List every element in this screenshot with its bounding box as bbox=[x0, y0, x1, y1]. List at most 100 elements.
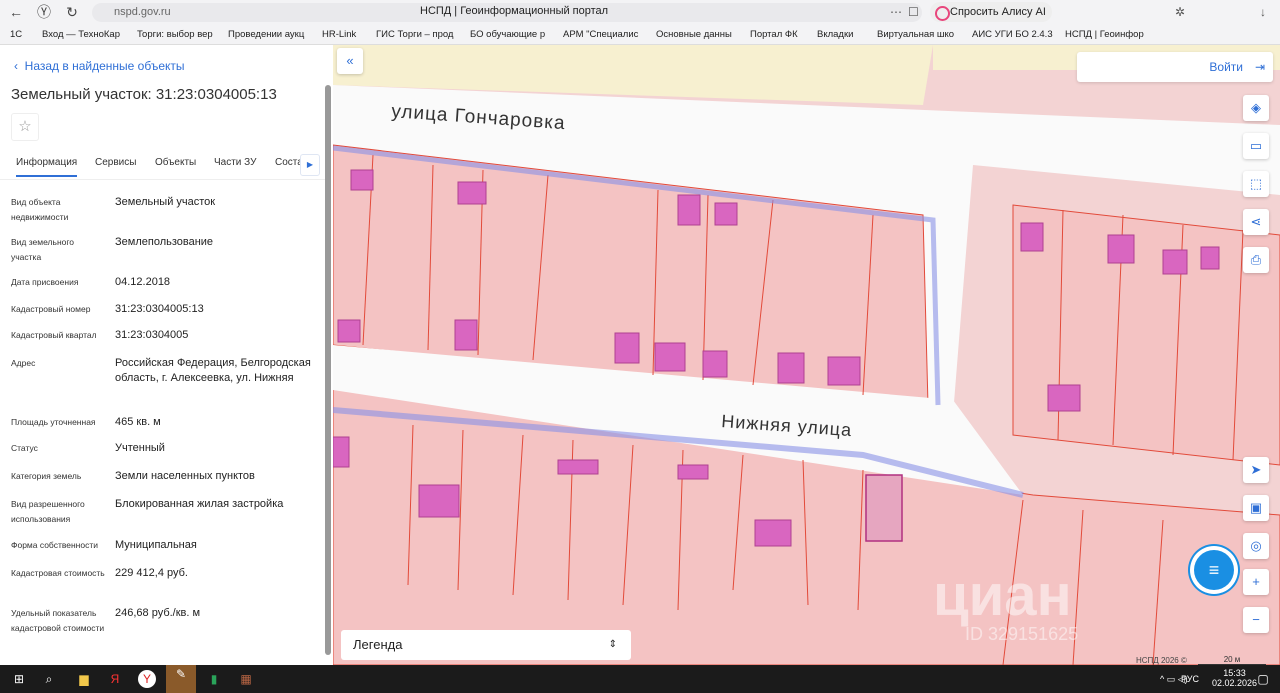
legend-label: Легенда bbox=[353, 637, 403, 652]
download-icon[interactable]: ↓ bbox=[1260, 5, 1266, 19]
info-value: 465 кв. м bbox=[115, 416, 161, 428]
print-icon[interactable]: ⎙ bbox=[1243, 247, 1269, 273]
ruler-icon[interactable]: ▭ bbox=[1243, 133, 1269, 159]
tab-parts[interactable]: Части ЗУ bbox=[214, 157, 256, 168]
tab-bar: Информация Сервисы Объекты Части ЗУ Сост… bbox=[0, 150, 325, 180]
excel-icon[interactable]: ▮ bbox=[205, 670, 223, 688]
page-title-tab: НСПД | Геоинформационный портал bbox=[420, 5, 609, 17]
info-label: Кадастровый номер bbox=[11, 304, 91, 314]
info-value: Земли населенных пунктов bbox=[115, 470, 255, 482]
info-label: Категория земель bbox=[11, 471, 82, 481]
zoom-out-button[interactable]: − bbox=[1243, 607, 1269, 633]
info-value: Российская Федерация, Белгородская облас… bbox=[115, 357, 311, 384]
bookmark[interactable]: Проведении аукц bbox=[228, 29, 304, 40]
login-label: Войти bbox=[1209, 60, 1243, 74]
object-title: Земельный участок: 31:23:0304005:13 bbox=[11, 86, 277, 103]
info-label: Дата присвоения bbox=[11, 277, 79, 287]
chevron-left-icon: ‹ bbox=[14, 59, 25, 73]
tab-composition[interactable]: Соста bbox=[275, 157, 303, 168]
watermark: циан bbox=[933, 563, 1072, 628]
info-label: Площадь уточненная bbox=[11, 417, 96, 427]
zoom-in-button[interactable]: + bbox=[1243, 569, 1269, 595]
clock[interactable]: 15:33 02.02.2026 bbox=[1212, 668, 1257, 688]
date: 02.02.2026 bbox=[1212, 678, 1258, 688]
language-indicator[interactable]: РУС bbox=[1181, 674, 1199, 684]
chat-button[interactable]: ≡ bbox=[1194, 550, 1234, 590]
object-info-panel: ‹ Назад в найденные объекты Земельный уч… bbox=[0, 45, 333, 665]
back-link-label: Назад в найденные объекты bbox=[24, 59, 185, 73]
tab-services[interactable]: Сервисы bbox=[95, 157, 136, 168]
info-value: 246,68 руб./кв. м bbox=[115, 607, 201, 619]
bookmark[interactable]: Портал ФК bbox=[750, 29, 798, 40]
browser-toolbar: ← Ⓨ ↻ nspd.gov.ru НСПД | Геоинформационн… bbox=[0, 0, 1280, 24]
bookmark[interactable]: HR-Link bbox=[322, 29, 356, 40]
info-value: Земельный участок bbox=[115, 196, 216, 208]
info-label: Адрес bbox=[11, 358, 36, 368]
info-label: Удельный показатель кадастровой стоимост… bbox=[11, 608, 105, 633]
bookmark[interactable]: 1С bbox=[10, 29, 22, 40]
scale-bar: 20 м bbox=[1198, 655, 1266, 665]
chevron-updown-icon: ⇕ bbox=[608, 639, 617, 650]
login-icon: ⇥ bbox=[1254, 60, 1265, 74]
back-icon[interactable]: ← bbox=[4, 4, 28, 20]
geolocation-icon[interactable]: ➤ bbox=[1243, 457, 1269, 483]
archiver-icon[interactable]: ▦ bbox=[237, 670, 255, 688]
info-value: Муниципальная bbox=[115, 539, 197, 551]
info-value: 31:23:0304005 bbox=[115, 329, 189, 341]
legend-dropdown[interactable]: Легенда ⇕ bbox=[341, 630, 631, 660]
watermark-id: ID 329151625 bbox=[965, 624, 1078, 644]
favorite-star-icon[interactable]: ☆ bbox=[11, 113, 39, 141]
bookmark[interactable]: НСПД | Геоинфор bbox=[1065, 29, 1144, 40]
taskbar: ⊞ ⌕ ▆ Я Y ✎ ▮ ▦ ^ ▭ ◁) РУС 15:33 02.02.20… bbox=[0, 665, 1280, 693]
info-label: Форма собственности bbox=[11, 540, 98, 550]
bookmark[interactable]: АИС УГИ БО 2.4.3 bbox=[972, 29, 1053, 40]
copyright: НСПД 2026 © bbox=[1136, 656, 1187, 665]
map-view[interactable]: улица Гончаровка Нижняя улица циан ID 32… bbox=[333, 45, 1280, 665]
bookmark-folder[interactable]: Вкладки bbox=[817, 29, 853, 40]
bookmark[interactable]: Вход — ТехноКар bbox=[42, 29, 120, 40]
windows-start-icon[interactable]: ⊞ bbox=[10, 670, 28, 688]
time: 15:33 bbox=[1223, 668, 1246, 678]
bookmark[interactable]: Виртуальная шко bbox=[877, 29, 954, 40]
layers-icon[interactable]: ◈ bbox=[1243, 95, 1269, 121]
info-value: Землепользование bbox=[115, 236, 214, 248]
yandex-browser-icon[interactable]: Y bbox=[138, 670, 156, 688]
info-value: 31:23:0304005:13 bbox=[115, 303, 204, 315]
scrollbar[interactable] bbox=[325, 85, 331, 655]
bookmark[interactable]: Торги: выбор вер bbox=[137, 29, 213, 40]
bookmark-icon[interactable]: ☐ bbox=[908, 5, 919, 19]
info-value: Блокированная жилая застройка bbox=[115, 498, 284, 510]
bookmark[interactable]: Основные данны bbox=[656, 29, 732, 40]
info-value: 04.12.2018 bbox=[115, 276, 171, 288]
minimap-icon[interactable]: ▣ bbox=[1243, 495, 1269, 521]
back-link[interactable]: ‹ Назад в найденные объекты bbox=[14, 59, 185, 73]
alice-button[interactable]: Спросить Алису AI bbox=[930, 2, 1052, 22]
bookmark[interactable]: ГИС Торги – прод bbox=[376, 29, 453, 40]
select-area-icon[interactable]: ⬚ bbox=[1243, 171, 1269, 197]
login-button[interactable]: Войти ⇥ bbox=[1077, 52, 1273, 82]
yandex-app-icon[interactable]: Я bbox=[106, 670, 124, 688]
bookmarks-bar: 1С Вход — ТехноКар Торги: выбор вер Пров… bbox=[0, 24, 1280, 45]
tabs-next-button[interactable]: ▶ bbox=[300, 154, 320, 176]
info-label: Вид разрешенного использования bbox=[11, 499, 85, 524]
info-label: Кадастровый квартал bbox=[11, 330, 97, 340]
info-label: Статус bbox=[11, 443, 38, 453]
reload-icon[interactable]: ↻ bbox=[60, 4, 84, 21]
info-value: 229 412,4 руб. bbox=[115, 567, 188, 579]
bookmark[interactable]: АРМ "Специалис bbox=[563, 29, 638, 40]
collapse-panel-button[interactable]: « bbox=[337, 48, 363, 74]
bookmark[interactable]: БО обучающие р bbox=[470, 29, 545, 40]
tab-info[interactable]: Информация bbox=[16, 157, 78, 177]
info-label: Вид земельного участка bbox=[11, 237, 75, 262]
file-explorer-icon[interactable]: ▆ bbox=[75, 670, 93, 688]
app-icon[interactable]: ✎ bbox=[166, 665, 196, 693]
notifications-icon[interactable]: ▢ bbox=[1254, 670, 1272, 688]
extension-icon[interactable]: ✲ bbox=[1175, 5, 1185, 19]
more-icon[interactable]: ⋯ bbox=[890, 5, 902, 19]
info-value: Учтенный bbox=[115, 442, 165, 454]
search-icon[interactable]: ⌕ bbox=[40, 670, 58, 688]
share-icon[interactable]: ⋖ bbox=[1243, 209, 1269, 235]
location-pin-icon[interactable]: ◎ bbox=[1243, 533, 1269, 559]
yandex-icon[interactable]: Ⓨ bbox=[32, 2, 56, 22]
tab-objects[interactable]: Объекты bbox=[155, 157, 196, 168]
